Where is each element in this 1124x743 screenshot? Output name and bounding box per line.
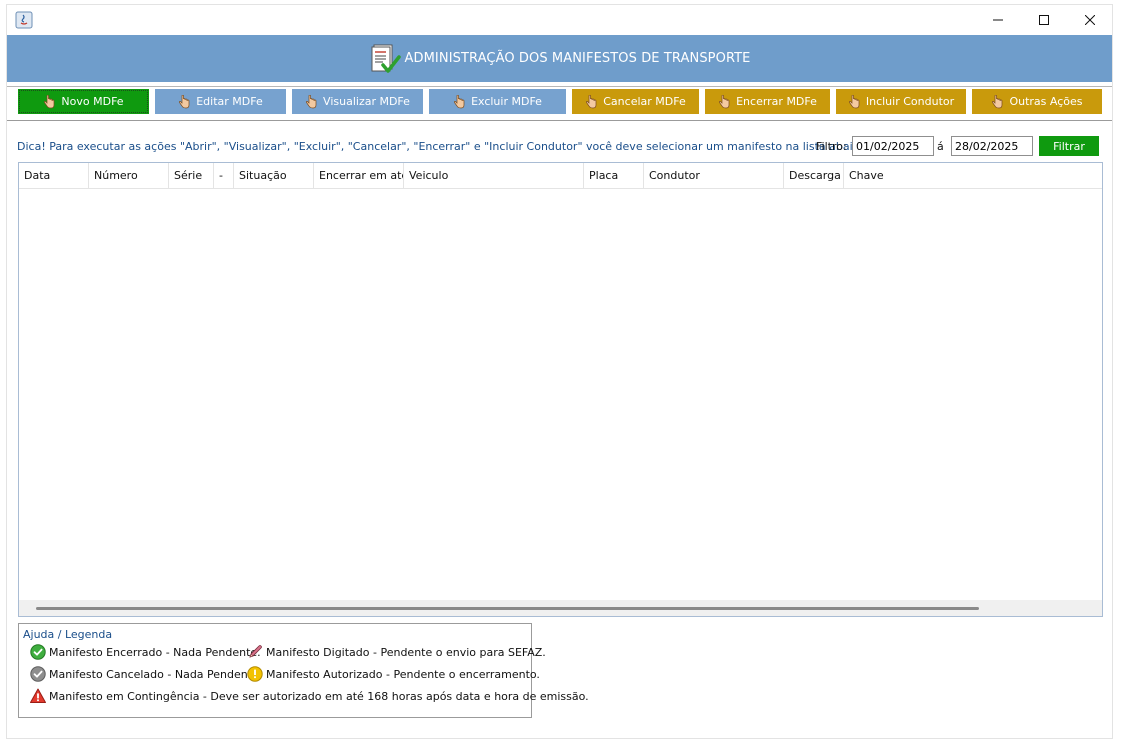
legend-panel: Ajuda / Legenda Manifesto Encerrado - Na… <box>18 623 589 718</box>
legend-item-encerrado: Manifesto Encerrado - Nada Pendente. <box>30 644 261 660</box>
hand-pointer-icon <box>44 94 55 108</box>
horizontal-scrollbar[interactable] <box>19 600 1102 616</box>
legend-text: Manifesto em Contingência - Deve ser aut… <box>49 689 589 703</box>
app-window: ADMINISTRAÇÃO DOS MANIFESTOS DE TRANSPOR… <box>6 4 1113 739</box>
incluir-condutor-button[interactable]: Incluir Condutor <box>836 89 966 114</box>
manifest-table[interactable]: Data Número Série - Situação Encerrar em… <box>18 162 1103 617</box>
legend-text: Manifesto Encerrado - Nada Pendente. <box>49 645 261 659</box>
legend-text: Manifesto Digitado - Pendente o envio pa… <box>266 645 546 659</box>
legend-item-digitado: Manifesto Digitado - Pendente o envio pa… <box>247 644 546 660</box>
visualizar-mdfe-label: Visualizar MDFe <box>323 95 410 108</box>
divider <box>7 120 1112 121</box>
legend-item-autorizado: Manifesto Autorizado - Pendente o encerr… <box>247 666 540 682</box>
hand-pointer-icon <box>306 94 317 108</box>
excluir-mdfe-button[interactable]: Excluir MDFe <box>429 89 566 114</box>
column-header-chave[interactable]: Chave <box>844 163 1102 189</box>
date-to-input[interactable] <box>951 136 1033 156</box>
column-header-condutor[interactable]: Condutor <box>644 163 784 189</box>
outras-acoes-label: Outras Ações <box>1009 95 1083 108</box>
outras-acoes-button[interactable]: Outras Ações <box>972 89 1102 114</box>
scrollbar-thumb[interactable] <box>36 607 979 610</box>
document-check-icon <box>371 44 401 73</box>
tip-text: Dica! Para executar as ações "Abrir", "V… <box>17 140 869 153</box>
cancelar-mdfe-label: Cancelar MDFe <box>603 95 686 108</box>
alert-triangle-icon <box>30 688 46 703</box>
legend-item-contingencia: Manifesto em Contingência - Deve ser aut… <box>30 688 589 704</box>
filtrar-button[interactable]: Filtrar <box>1039 136 1099 156</box>
warning-circle-icon <box>247 666 263 682</box>
page-header: ADMINISTRAÇÃO DOS MANIFESTOS DE TRANSPOR… <box>7 35 1112 82</box>
hand-pointer-icon <box>179 94 190 108</box>
close-button[interactable] <box>1067 5 1113 35</box>
encerrar-mdfe-button[interactable]: Encerrar MDFe <box>705 89 830 114</box>
page-title: ADMINISTRAÇÃO DOS MANIFESTOS DE TRANSPOR… <box>404 51 751 66</box>
incluir-condutor-label: Incluir Condutor <box>865 95 955 108</box>
hand-pointer-icon <box>848 94 860 108</box>
visualizar-mdfe-button[interactable]: Visualizar MDFe <box>292 89 423 114</box>
column-header-dash[interactable]: - <box>214 163 234 189</box>
minimize-button[interactable] <box>975 5 1021 35</box>
column-header-data[interactable]: Data <box>19 163 89 189</box>
hand-pointer-icon <box>719 94 730 108</box>
hand-pointer-icon <box>454 94 465 108</box>
column-header-placa[interactable]: Placa <box>584 163 644 189</box>
column-header-numero[interactable]: Número <box>89 163 169 189</box>
column-header-situacao[interactable]: Situação <box>234 163 314 189</box>
gray-check-circle-icon <box>30 666 46 682</box>
novo-mdfe-label: Novo MDFe <box>61 95 124 108</box>
column-header-veiculo[interactable]: Veiculo <box>404 163 584 189</box>
hand-pointer-icon <box>586 94 597 108</box>
novo-mdfe-button[interactable]: Novo MDFe <box>18 89 149 114</box>
legend-title: Ajuda / Legenda <box>23 628 113 641</box>
excluir-mdfe-label: Excluir MDFe <box>471 95 542 108</box>
cancelar-mdfe-button[interactable]: Cancelar MDFe <box>572 89 699 114</box>
editar-mdfe-button[interactable]: Editar MDFe <box>155 89 286 114</box>
divider <box>7 86 1112 87</box>
maximize-button[interactable] <box>1021 5 1067 35</box>
legend-text: Manifesto Cancelado - Nada Pendente. <box>49 667 263 681</box>
date-from-input[interactable] <box>852 136 934 156</box>
date-separator: á <box>937 140 944 153</box>
encerrar-mdfe-label: Encerrar MDFe <box>736 95 817 108</box>
legend-item-cancelado: Manifesto Cancelado - Nada Pendente. <box>30 666 262 682</box>
filter-label: Filtro: <box>816 140 847 153</box>
legend-text: Manifesto Autorizado - Pendente o encerr… <box>266 667 540 681</box>
hand-pointer-icon <box>992 94 1003 108</box>
table-header: Data Número Série - Situação Encerrar em… <box>19 163 1102 189</box>
java-app-icon <box>15 11 33 29</box>
pencil-icon <box>249 645 262 658</box>
title-bar <box>7 5 1112 35</box>
check-circle-icon <box>30 644 46 660</box>
column-header-descarga[interactable]: Descarga <box>784 163 844 189</box>
editar-mdfe-label: Editar MDFe <box>196 95 263 108</box>
column-header-encerrar-em-ate[interactable]: Encerrar em até <box>314 163 404 189</box>
column-header-serie[interactable]: Série <box>169 163 214 189</box>
